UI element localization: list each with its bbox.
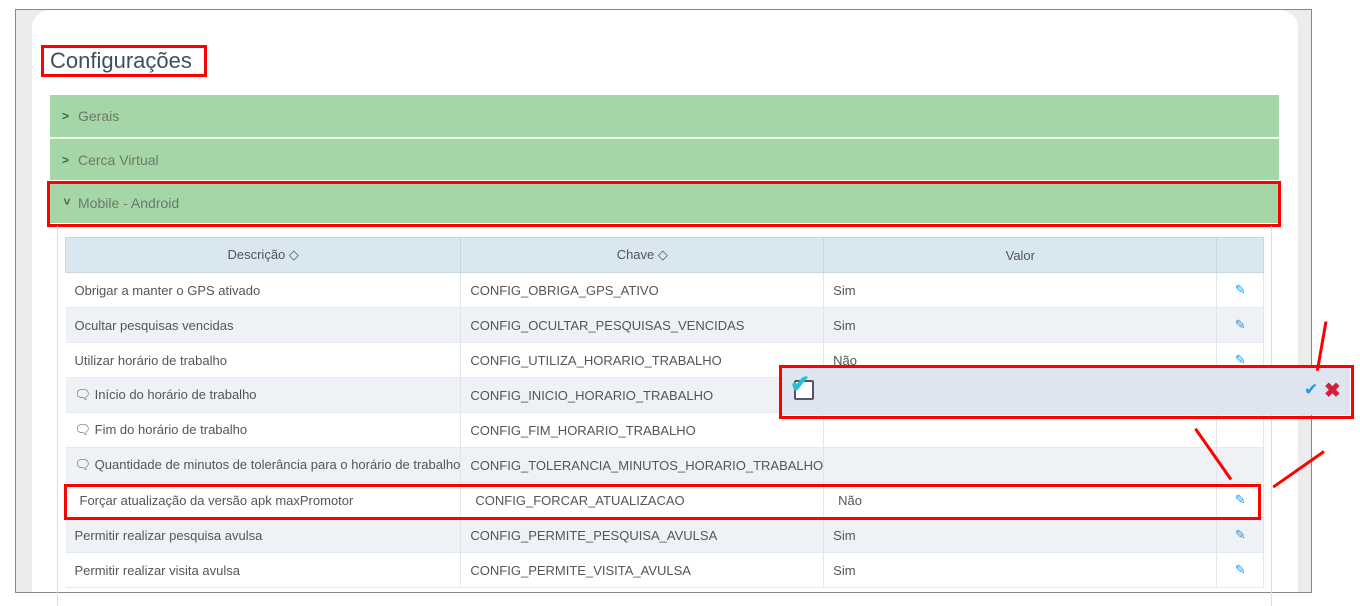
pencil-icon: ✎ <box>1234 317 1246 332</box>
pencil-icon: ✎ <box>1234 562 1246 577</box>
cell-chave: CONFIG_PERMITE_PESQUISA_AVULSA <box>460 517 825 553</box>
accordion-cerca-virtual[interactable]: > Cerca Virtual <box>50 138 1279 180</box>
pencil-icon: ✎ <box>1234 282 1246 297</box>
annotation-box-editor <box>779 365 1354 419</box>
table-row: Ocultar pesquisas vencidas CONFIG_OCULTA… <box>65 307 1264 343</box>
comment-icon: 🗨︎ <box>74 422 92 437</box>
cell-chave: CONFIG_UTILIZA_HORARIO_TRABALHO <box>460 342 825 378</box>
table-row: Obrigar a manter o GPS ativado CONFIG_OB… <box>65 272 1264 308</box>
cell-descricao: 🗨︎ Fim do horário de trabalho <box>65 412 462 448</box>
edit-button[interactable]: ✎ <box>1216 552 1264 588</box>
cell-valor <box>823 447 1218 483</box>
cell-valor: Sim <box>823 552 1218 588</box>
cell-descricao: Ocultar pesquisas vencidas <box>65 307 462 343</box>
table-row: Permitir realizar pesquisa avulsa CONFIG… <box>65 517 1264 553</box>
edit-button[interactable]: ✎ <box>1216 307 1264 343</box>
cell-chave: CONFIG_OCULTAR_PESQUISAS_VENCIDAS <box>460 307 825 343</box>
header-valor: Valor <box>823 237 1218 273</box>
edit-button[interactable]: ✎ <box>1216 517 1264 553</box>
cell-descricao: 🗨︎ Início do horário de trabalho <box>65 377 462 413</box>
accordion-gerais[interactable]: > Gerais <box>50 95 1279 137</box>
sort-icon: ◇ <box>288 247 299 262</box>
edit-button[interactable]: ✎ <box>1216 272 1264 308</box>
chevron-right-icon: > <box>62 152 70 167</box>
comment-icon: 🗨︎ <box>74 387 92 402</box>
cell-descricao: Permitir realizar visita avulsa <box>65 552 462 588</box>
cell-descricao: Utilizar horário de trabalho <box>65 342 462 378</box>
annotation-box-mobile <box>47 181 1281 227</box>
header-descricao[interactable]: Descrição ◇ <box>64 237 462 273</box>
accordion-label: Gerais <box>78 108 120 124</box>
cell-chave: CONFIG_INICIO_HORARIO_TRABALHO <box>460 377 825 413</box>
cell-valor: Sim <box>823 307 1218 343</box>
accordion-label: Cerca Virtual <box>78 151 159 168</box>
header-chave[interactable]: Chave ◇ <box>460 237 825 273</box>
cell-chave: CONFIG_PERMITE_VISITA_AVULSA <box>460 552 825 588</box>
chevron-right-icon: > <box>62 109 70 123</box>
comment-icon: 🗨︎ <box>74 457 92 472</box>
pencil-icon: ✎ <box>1234 527 1246 542</box>
annotation-box-row <box>64 484 1261 520</box>
table-row: 🗨︎ Quantidade de minutos de tolerância p… <box>65 447 1264 483</box>
cell-chave: CONFIG_OBRIGA_GPS_ATIVO <box>460 272 825 308</box>
header-actions <box>1216 237 1264 273</box>
cell-descricao: 🗨︎ Quantidade de minutos de tolerância p… <box>65 447 462 483</box>
cell-valor: Sim <box>823 517 1218 553</box>
sort-icon: ◇ <box>657 247 668 262</box>
table-row: Permitir realizar visita avulsa CONFIG_P… <box>65 552 1264 588</box>
cell-descricao: Permitir realizar pesquisa avulsa <box>65 517 462 553</box>
cell-descricao: Obrigar a manter o GPS ativado <box>65 272 462 308</box>
cell-chave: CONFIG_TOLERANCIA_MINUTOS_HORARIO_TRABAL… <box>460 447 825 483</box>
annotation-box-title <box>41 45 207 77</box>
cell-chave: CONFIG_FIM_HORARIO_TRABALHO <box>460 412 825 448</box>
annotation-arrow <box>1315 321 1328 372</box>
edit-button[interactable] <box>1216 447 1264 483</box>
cell-valor: Sim <box>823 272 1218 308</box>
